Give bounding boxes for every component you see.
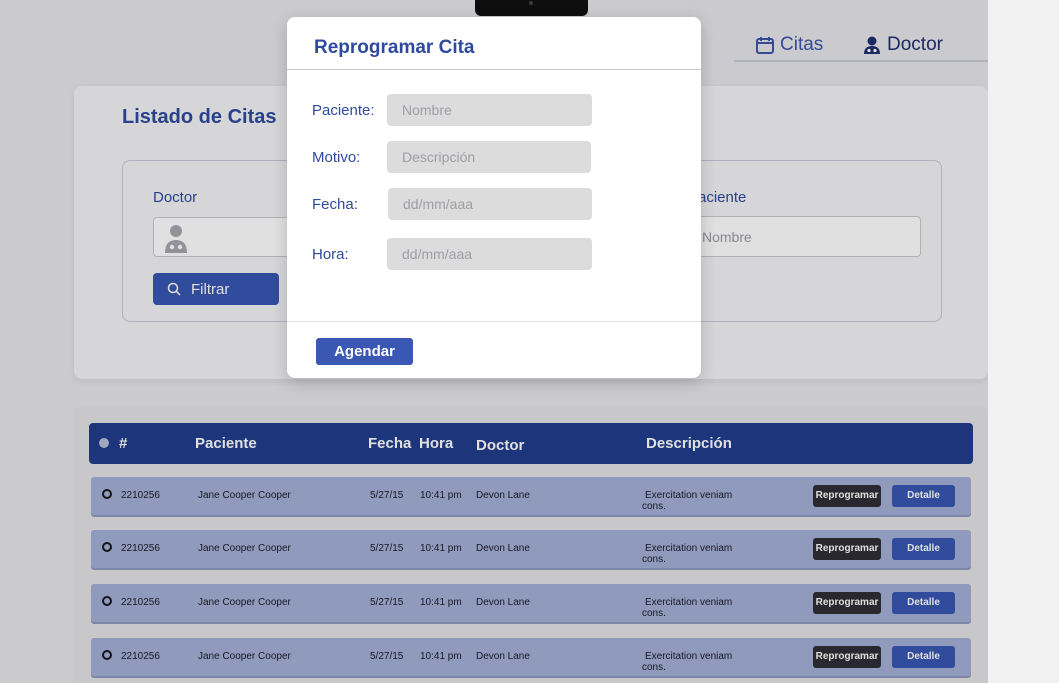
reschedule-modal: Reprogramar Cita Paciente: Nombre Motivo… [287,17,701,378]
motivo-input[interactable]: Descripción [387,141,591,173]
paciente-input[interactable]: Nombre [387,94,592,126]
fecha-label: Fecha: [312,196,358,213]
modal-title: Reprogramar Cita [314,37,475,58]
app-window: Citas Doctor Listado de Citas Doctor aci… [0,0,988,683]
right-margin [988,0,1059,683]
hora-label: Hora: [312,246,349,263]
modal-divider [287,69,701,70]
hora-input[interactable]: dd/mm/aaa [387,238,592,270]
fecha-input[interactable]: dd/mm/aaa [388,188,592,220]
motivo-label: Motivo: [312,149,361,166]
modal-footer-divider [287,321,701,322]
paciente-label: Paciente: [312,102,375,119]
agendar-button[interactable]: Agendar [316,338,413,365]
